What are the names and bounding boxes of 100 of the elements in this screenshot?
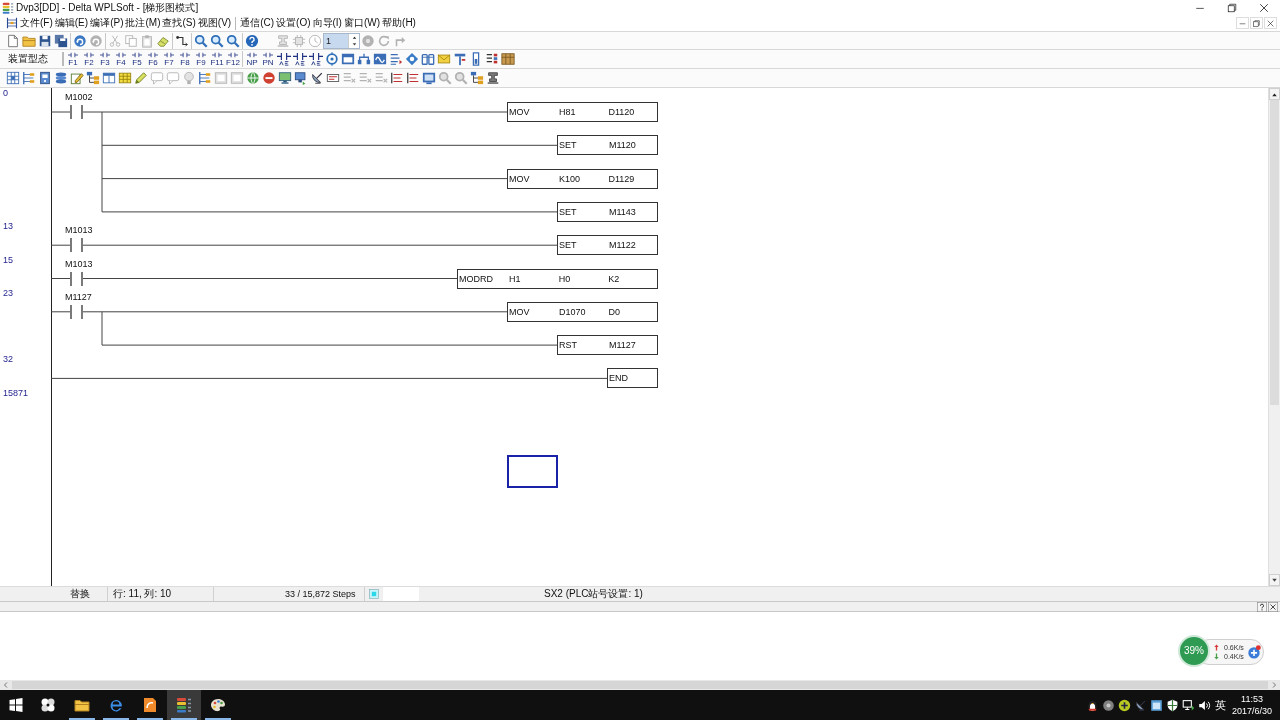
instruction-box[interactable]: SET M1143 (557, 201, 658, 222)
contact-tool-button[interactable]: F3 (97, 50, 113, 68)
contact-tool-button[interactable]: F8 (177, 50, 193, 68)
monitor-arrow-icon[interactable] (294, 71, 308, 85)
instruction-box[interactable]: END (607, 368, 658, 389)
target-icon[interactable] (325, 52, 339, 66)
cmd-block-icon[interactable] (326, 71, 340, 85)
horizontal-scrollbar-thumb[interactable] (12, 681, 1268, 689)
contact-tool-button[interactable]: F5 (129, 50, 145, 68)
contact-icon[interactable] (70, 105, 83, 119)
list-bars-icon[interactable] (485, 52, 499, 66)
restore-icon[interactable] (1226, 1, 1238, 14)
menu-item[interactable]: 帮助(H) (381, 18, 417, 28)
contact-tool-button[interactable]: F9 (193, 50, 209, 68)
plus-circle-icon[interactable] (1117, 698, 1131, 712)
clock-time[interactable]: 11:53 (1241, 693, 1263, 705)
tree-icon[interactable] (470, 71, 484, 85)
document-icon[interactable] (142, 697, 158, 713)
step-spin-field[interactable]: 1 (323, 32, 360, 49)
document-restore-icon[interactable] (1252, 18, 1261, 28)
monitor-icon[interactable] (278, 71, 292, 85)
shield-icon[interactable] (1165, 698, 1179, 712)
clock-date[interactable]: 2017/6/30 (1231, 705, 1272, 717)
pencil-icon[interactable] (134, 71, 148, 85)
wire-hook-icon[interactable] (175, 33, 189, 48)
instruction-box[interactable]: MOV H81 D1120 (507, 102, 658, 122)
grid-block-icon[interactable] (501, 52, 515, 66)
menu-item[interactable]: 通信(C) (239, 18, 276, 28)
contact-tool-button[interactable]: F12 (225, 50, 241, 68)
columns-icon[interactable] (421, 52, 435, 66)
palette-icon[interactable] (210, 697, 226, 713)
contact-tool-button[interactable]: F2 (81, 50, 97, 68)
network-icon[interactable] (1181, 698, 1195, 712)
contact-icon[interactable] (70, 271, 83, 286)
browser-icon[interactable] (108, 697, 124, 713)
menu-item[interactable]: 文件(F) (19, 18, 54, 28)
menu-item[interactable]: 设置(O) (275, 18, 312, 28)
envelope-icon[interactable] (437, 52, 451, 66)
contact-tool-button[interactable]: PN (260, 50, 276, 68)
diamond-icon[interactable] (405, 52, 419, 66)
satellite-icon[interactable] (1133, 698, 1147, 712)
instruction-box[interactable]: SET M1122 (557, 235, 658, 256)
contact-tool-button[interactable]: F7 (161, 50, 177, 68)
contact-variant-icon[interactable] (309, 52, 323, 66)
input-method[interactable]: 英 (1214, 699, 1226, 711)
add-badge-icon[interactable] (1246, 645, 1261, 659)
magnifier-icon[interactable] (194, 33, 208, 48)
list-lines-icon[interactable] (406, 71, 420, 85)
taskbar-button[interactable] (167, 690, 201, 720)
wave-icon[interactable] (373, 52, 387, 66)
contact-variant-icon[interactable] (293, 52, 307, 66)
tree-icon[interactable] (86, 71, 100, 85)
device-icon[interactable] (38, 71, 52, 85)
instruction-box[interactable]: SET M1120 (557, 135, 658, 156)
help-icon[interactable] (245, 33, 259, 48)
folder-icon[interactable] (74, 697, 90, 713)
pin-icon[interactable] (453, 52, 467, 66)
instruction-box[interactable]: MODRD H1 H0 K2 (457, 268, 658, 289)
screen-icon[interactable] (422, 71, 436, 85)
spin-down-icon[interactable] (350, 40, 358, 48)
contact-icon[interactable] (70, 238, 83, 253)
list-lines-icon[interactable] (390, 71, 404, 85)
ladder-list-icon[interactable] (198, 71, 212, 85)
menu-item[interactable]: 向导(I) (311, 18, 343, 28)
menu-item[interactable]: 编辑(E) (53, 18, 90, 28)
windows-logo-icon[interactable] (7, 697, 24, 713)
pinwheel-icon[interactable] (40, 697, 56, 713)
satellite-icon[interactable] (310, 71, 324, 85)
contact-tool-button[interactable]: NP (244, 50, 260, 68)
window-tile-icon[interactable] (1149, 698, 1163, 712)
vertical-scrollbar[interactable] (1268, 88, 1280, 586)
contact-tool-button[interactable]: F1 (65, 50, 81, 68)
floppy-stack-icon[interactable] (54, 33, 68, 48)
stacked-bars-icon[interactable] (176, 697, 192, 713)
stack-icon[interactable] (54, 71, 68, 85)
contact-tool-button[interactable]: F6 (145, 50, 161, 68)
grid-chart-icon[interactable] (6, 71, 20, 85)
instruction-box[interactable]: RST M1127 (557, 335, 658, 356)
ladder-list-icon[interactable] (22, 71, 36, 85)
window-icon[interactable] (102, 71, 116, 85)
disc-icon[interactable] (1101, 698, 1115, 712)
menu-item[interactable]: 编译(P) (89, 18, 125, 28)
menu-item[interactable]: 视图(V) (196, 18, 233, 28)
globe-icon[interactable] (246, 71, 260, 85)
speaker-icon[interactable] (1197, 698, 1211, 712)
stop-icon[interactable] (262, 71, 276, 85)
instruction-box[interactable]: MOV D1070 D0 (507, 301, 658, 322)
penguin-icon[interactable] (1085, 698, 1099, 712)
magnifier-icon[interactable] (226, 33, 240, 48)
notes-icon[interactable] (118, 71, 132, 85)
menu-item[interactable]: 查找(S) (161, 18, 197, 28)
document-close-icon[interactable] (1266, 18, 1275, 28)
ladder-document-icon[interactable] (6, 17, 18, 29)
close-icon[interactable] (1258, 1, 1270, 14)
instruction-box[interactable]: MOV K100 D1129 (507, 168, 658, 189)
scrollbar-thumb[interactable] (1270, 100, 1279, 405)
pencil-square-icon[interactable] (70, 71, 84, 85)
contact-variant-icon[interactable] (277, 52, 291, 66)
menu-item[interactable]: 批注(M) (124, 18, 162, 28)
pane-close-icon[interactable] (1268, 601, 1278, 612)
